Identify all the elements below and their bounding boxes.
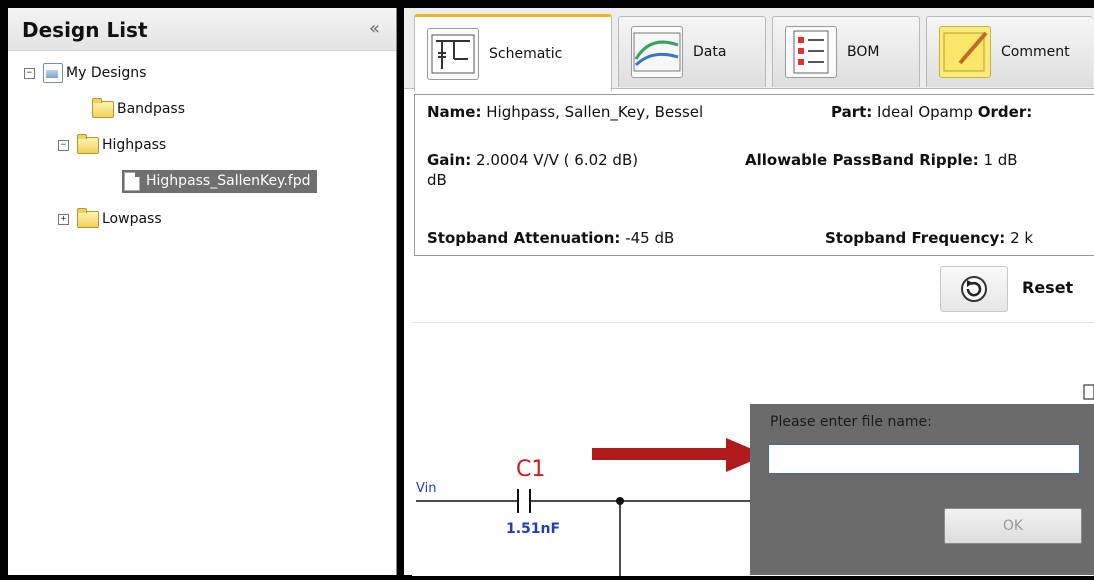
tree-node-lowpass[interactable]: + Lowpass <box>58 207 162 230</box>
gain-value: 2.0004 V/V ( 6.02 dB) <box>471 151 639 169</box>
stopband-attenuation-value: -45 dB <box>620 229 675 247</box>
file-name-prompt: Please enter file name: <box>770 414 932 430</box>
info-row-gain: Gain: 2.0004 V/V ( 6.02 dB) <box>427 151 638 169</box>
design-list-header: Design List « <box>8 8 396 51</box>
info-row-part: Part: Ideal Opamp Order: <box>831 103 1032 121</box>
ok-button[interactable]: OK <box>944 508 1082 544</box>
stopband-frequency-value: 2 k <box>1005 229 1034 247</box>
collapse-toggle-icon[interactable]: − <box>58 139 69 151</box>
tab-label: Schematic <box>489 46 563 62</box>
tree-node-highpass[interactable]: − Highpass <box>58 133 167 156</box>
folder-icon <box>77 207 99 228</box>
ripple-label: Allowable PassBand Ripple: <box>745 151 979 169</box>
tab-bar: Schematic Data BOM Comment <box>404 8 1094 91</box>
part-value: Ideal Opamp <box>872 103 978 121</box>
tab-comment[interactable]: Comment <box>926 16 1093 87</box>
folder-icon <box>77 133 99 154</box>
tree-node-label: Highpass_SallenKey.fpd <box>146 173 311 189</box>
tab-label: BOM <box>847 44 880 60</box>
design-list-panel: Design List « − My Designs Bandpass − Hi… <box>8 8 397 575</box>
info-row-ripple: Allowable PassBand Ripple: 1 dB <box>745 151 1018 169</box>
part-label: Part: <box>831 103 873 121</box>
info-row-name: Name: Highpass, Sallen_Key, Bessel <box>427 103 703 121</box>
capacitor-value: 1.51nF <box>506 521 561 537</box>
folder-icon <box>92 97 114 118</box>
info-row-stopband-attenuation: Stopband Attenuation: -45 dB <box>427 229 674 247</box>
info-row-stopband-frequency: Stopband Frequency: 2 k <box>825 229 1033 247</box>
selected-file-item[interactable]: Highpass_SallenKey.fpd <box>122 169 317 193</box>
schematic-icon <box>427 28 479 80</box>
tree-node-label: Bandpass <box>117 101 185 117</box>
order-label: Order: <box>977 103 1033 121</box>
data-chart-icon <box>631 26 683 78</box>
tab-label: Comment <box>1001 44 1070 60</box>
tree-node-label: Lowpass <box>102 211 162 227</box>
tab-bom[interactable]: BOM <box>772 16 920 87</box>
reset-button[interactable] <box>940 266 1008 312</box>
collapse-toggle-icon[interactable]: − <box>24 67 35 79</box>
file-name-dialog: Please enter file name: OK <box>750 404 1094 575</box>
bom-list-icon <box>785 26 837 78</box>
expand-toggle-icon[interactable]: + <box>58 213 69 225</box>
capacitor-name: C1 <box>516 457 546 482</box>
annotation-arrow-shaft <box>592 448 732 460</box>
my-designs-icon <box>43 63 63 83</box>
name-value: Highpass, Sallen_Key, Bessel <box>481 103 704 121</box>
collapse-panel-button[interactable]: « <box>369 18 380 39</box>
tab-schematic[interactable]: Schematic <box>414 14 612 91</box>
name-label: Name: <box>427 103 482 121</box>
filter-info-box: Name: Highpass, Sallen_Key, Bessel Part:… <box>414 94 1094 256</box>
reset-label[interactable]: Reset <box>1022 278 1073 297</box>
component-edge <box>1083 384 1094 400</box>
ripple-value: 1 dB <box>978 151 1018 169</box>
stopband-attenuation-label: Stopband Attenuation: <box>427 229 621 247</box>
file-icon <box>124 171 140 191</box>
gain-label: Gain: <box>427 151 472 169</box>
tree-node-label: My Designs <box>66 65 147 81</box>
stopband-frequency-label: Stopband Frequency: <box>825 229 1006 247</box>
tab-data[interactable]: Data <box>618 16 766 87</box>
tree-node-highpass-sallenkey-file[interactable]: Highpass_SallenKey.fpd <box>122 169 317 193</box>
tree-node-bandpass[interactable]: Bandpass <box>92 97 185 120</box>
file-name-input[interactable] <box>768 444 1080 474</box>
tree-node-my-designs[interactable]: − My Designs <box>24 62 146 84</box>
reset-icon <box>961 276 987 302</box>
tree-node-label: Highpass <box>102 137 167 153</box>
design-list-title: Design List <box>22 18 148 42</box>
tab-label: Data <box>693 44 727 60</box>
vin-label: Vin <box>416 481 437 496</box>
comment-notepad-icon <box>939 26 991 78</box>
gain-unit-wrap: dB <box>427 171 447 189</box>
